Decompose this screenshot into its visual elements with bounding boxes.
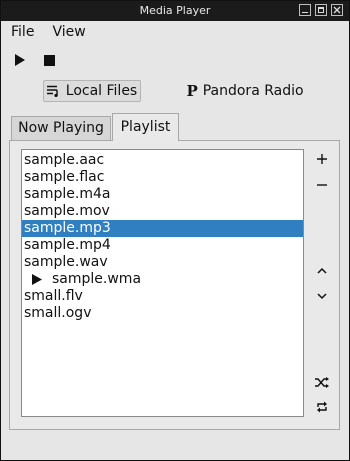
pandora-radio-button[interactable]: P Pandora Radio	[185, 80, 305, 102]
toolbar	[1, 47, 349, 73]
play-icon	[15, 54, 25, 66]
minimize-button[interactable]	[299, 4, 311, 16]
pandora-icon: P	[186, 82, 198, 100]
playlist-item[interactable]: sample.wav	[22, 254, 303, 271]
move-up-button[interactable]	[313, 261, 331, 279]
local-files-button[interactable]: Local Files	[43, 80, 141, 102]
playlist[interactable]: sample.aac sample.flac sample.m4a sample…	[21, 149, 304, 417]
stop-button[interactable]	[37, 47, 61, 73]
playlist-panel: sample.aac sample.flac sample.m4a sample…	[9, 140, 340, 430]
play-button[interactable]	[8, 47, 32, 73]
pandora-radio-label: Pandora Radio	[202, 83, 304, 99]
remove-icon	[317, 184, 327, 186]
repeat-icon	[317, 401, 327, 413]
close-button[interactable]	[331, 4, 343, 16]
add-button[interactable]	[313, 150, 331, 168]
add-icon	[317, 154, 327, 164]
shuffle-icon	[315, 376, 329, 388]
stop-icon	[43, 54, 55, 66]
menu-bar: File View	[1, 21, 349, 43]
playlist-item[interactable]: sample.flac	[22, 169, 303, 186]
playlist-item[interactable]: sample.aac	[22, 152, 303, 169]
playlist-item-label: sample.wma	[52, 271, 142, 287]
title-bar[interactable]: Media Player	[1, 1, 349, 21]
remove-button[interactable]	[313, 176, 331, 194]
media-player-window: Media Player File View Local Files P Pan…	[0, 0, 350, 461]
menu-view[interactable]: View	[42, 24, 93, 40]
local-files-label: Local Files	[65, 83, 138, 99]
move-up-icon	[317, 267, 327, 274]
maximize-button[interactable]	[315, 4, 327, 16]
playlist-item[interactable]: sample.mp4	[22, 237, 303, 254]
tab-playlist[interactable]: Playlist	[112, 113, 179, 141]
playlist-item[interactable]: sample.mov	[22, 203, 303, 220]
move-down-icon	[317, 292, 327, 299]
now-playing-icon	[32, 274, 42, 285]
window-title: Media Player	[139, 4, 211, 17]
playlist-item-selected[interactable]: sample.mp3	[22, 220, 303, 237]
close-icon	[333, 6, 341, 14]
playlist-item[interactable]: small.ogv	[22, 305, 303, 322]
tab-now-playing[interactable]: Now Playing	[11, 116, 111, 140]
repeat-button[interactable]	[313, 398, 331, 416]
window-controls	[299, 4, 343, 16]
shuffle-button[interactable]	[313, 373, 331, 391]
playlist-item[interactable]: small.flv	[22, 288, 303, 305]
menu-file[interactable]: File	[1, 24, 42, 40]
move-down-button[interactable]	[313, 287, 331, 305]
playlist-item-playing[interactable]: sample.wma	[22, 271, 303, 288]
playlist-icon	[46, 85, 58, 97]
playlist-item[interactable]: sample.m4a	[22, 186, 303, 203]
